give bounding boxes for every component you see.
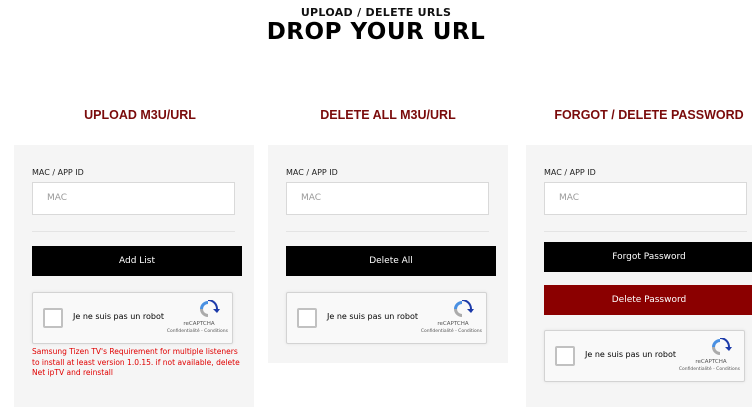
recaptcha-checkbox[interactable]: [43, 308, 63, 328]
delete-mac-input[interactable]: MAC: [286, 182, 489, 215]
recaptcha-links[interactable]: Confidentialité - Conditions: [412, 329, 482, 334]
mac-field-label: MAC / APP ID: [32, 168, 84, 177]
recaptcha-brand: reCAPTCHA: [695, 359, 727, 365]
upload-section-title: UPLOAD M3U/URL: [84, 108, 196, 122]
recaptcha-checkbox[interactable]: [297, 308, 317, 328]
upload-panel: MAC / APP ID MAC Add List Je ne suis pas…: [14, 145, 254, 407]
recaptcha-brand: reCAPTCHA: [437, 321, 469, 327]
forgot-password-button[interactable]: Forgot Password: [544, 242, 752, 272]
delete-password-button[interactable]: Delete Password: [544, 285, 752, 315]
upload-mac-input[interactable]: MAC: [32, 182, 235, 215]
recaptcha-widget: Je ne suis pas un robot reCAPTCHA Confid…: [544, 330, 745, 382]
delete-all-section-title: DELETE ALL M3U/URL: [320, 108, 456, 122]
mac-field-label: MAC / APP ID: [286, 168, 338, 177]
page-title: DROP YOUR URL: [266, 19, 486, 45]
recaptcha-label: Je ne suis pas un robot: [327, 312, 419, 321]
delete-all-panel: MAC / APP ID MAC Delete All Je ne suis p…: [268, 145, 508, 363]
recaptcha-logo-icon: [712, 338, 732, 355]
password-section-title: FORGOT / DELETE PASSWORD: [554, 108, 744, 122]
divider: [32, 231, 235, 232]
recaptcha-logo-icon: [200, 300, 220, 317]
divider: [544, 231, 747, 232]
divider: [286, 231, 489, 232]
recaptcha-checkbox[interactable]: [555, 346, 575, 366]
recaptcha-brand: reCAPTCHA: [183, 321, 215, 327]
recaptcha-label: Je ne suis pas un robot: [585, 350, 677, 359]
recaptcha-label: Je ne suis pas un robot: [73, 312, 165, 321]
recaptcha-logo-icon: [454, 300, 474, 317]
password-mac-input[interactable]: MAC: [544, 182, 747, 215]
tizen-warning-text: Samsung Tizen TV's Requirement for multi…: [32, 347, 240, 377]
delete-all-button[interactable]: Delete All: [286, 246, 496, 276]
add-list-button[interactable]: Add List: [32, 246, 242, 276]
password-panel: MAC / APP ID MAC Forgot Password Delete …: [526, 145, 752, 407]
mac-field-label: MAC / APP ID: [544, 168, 596, 177]
recaptcha-links[interactable]: Confidentialité - Conditions: [670, 367, 740, 372]
recaptcha-widget: Je ne suis pas un robot reCAPTCHA Confid…: [32, 292, 233, 344]
recaptcha-widget: Je ne suis pas un robot reCAPTCHA Confid…: [286, 292, 487, 344]
recaptcha-links[interactable]: Confidentialité - Conditions: [158, 329, 228, 334]
page-subtitle: UPLOAD / DELETE URLS: [300, 6, 452, 19]
